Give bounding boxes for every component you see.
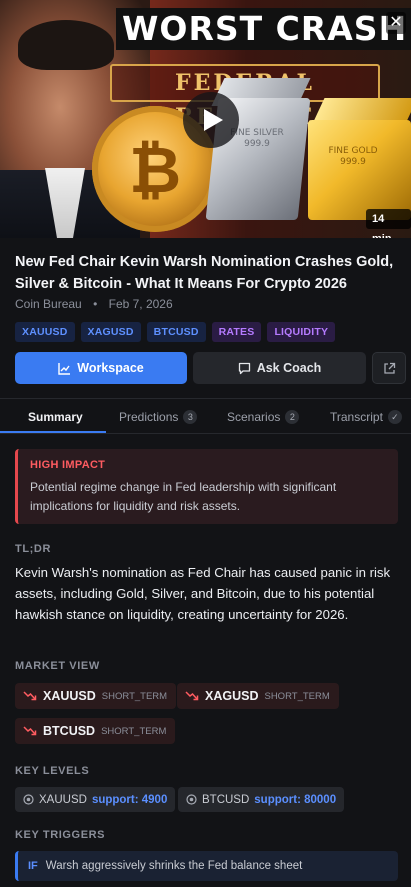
trend-down-icon (23, 726, 37, 736)
tab-predictions-count: 3 (183, 409, 198, 424)
market-view-item[interactable]: XAUUSD SHORT_TERM (15, 683, 177, 709)
ask-coach-button[interactable]: Ask Coach (193, 352, 366, 384)
key-level-item[interactable]: XAUUSD support: 4900 (15, 787, 176, 812)
key-levels-heading: KEY LEVELS (15, 765, 90, 777)
tag-liquidity[interactable]: LIQUIDITY (267, 322, 336, 342)
target-icon (23, 794, 34, 805)
market-view-term: SHORT_TERM (101, 725, 167, 737)
trend-down-icon (185, 691, 199, 701)
ask-coach-button-label: Ask Coach (256, 361, 322, 375)
tag-xauusd[interactable]: XAUUSD (15, 322, 75, 342)
tab-scenarios-count: 2 (285, 409, 300, 424)
tag-btcusd[interactable]: BTCUSD (146, 322, 206, 342)
workspace-button[interactable]: Workspace (15, 352, 187, 384)
tldr-heading: TL;DR (15, 543, 51, 555)
tag-xagusd[interactable]: XAGUSD (80, 322, 141, 342)
tab-summary-label: Summary (28, 409, 83, 424)
key-level-item[interactable]: BTCUSD support: 80000 (178, 787, 345, 812)
impact-callout: HIGH IMPACT Potential regime change in F… (15, 449, 398, 524)
active-tab-indicator (0, 431, 106, 433)
market-view-term: SHORT_TERM (264, 690, 330, 702)
trigger-prefix: IF (28, 860, 38, 872)
check-icon: ✓ (387, 409, 402, 424)
key-trigger-item[interactable]: IF Warsh aggressively shrinks the Fed ba… (15, 851, 398, 881)
video-title: New Fed Chair Kevin Warsh Nomination Cra… (15, 254, 394, 292)
market-view-symbol: XAUUSD (43, 689, 96, 703)
tab-bar: Summary Predictions 3 Scenarios 2 Transc… (0, 398, 411, 434)
tldr-text: Kevin Warsh's nomination as Fed Chair ha… (15, 565, 391, 622)
tab-transcript[interactable]: Transcript ✓ (330, 399, 402, 434)
svg-text:₿: ₿ (129, 134, 181, 204)
trigger-text: Warsh aggressively shrinks the Fed balan… (45, 860, 303, 872)
market-view-term: SHORT_TERM (101, 690, 168, 702)
external-link-icon (383, 362, 395, 374)
bitcoin-icon: ₿ (129, 134, 181, 204)
key-level-value: support: 80000 (254, 793, 337, 806)
tab-summary[interactable]: Summary (28, 399, 83, 434)
market-view-item[interactable]: XAGUSD SHORT_TERM (177, 683, 339, 709)
workspace-button-label: Workspace (77, 361, 144, 375)
video-duration-badge: 14 min (366, 209, 411, 238)
market-view-symbol: BTCUSD (43, 724, 96, 738)
gold-bar-engraving: FINE GOLD 999.9 (328, 146, 378, 167)
tab-predictions[interactable]: Predictions 3 (119, 399, 198, 434)
gold-bar-image (308, 120, 411, 220)
tag-list: XAUUSD XAGUSD BTCUSD RATES LIQUIDITY (15, 322, 336, 342)
chat-icon (238, 362, 250, 374)
channel-name[interactable]: Coin Bureau (15, 297, 82, 311)
impact-label: HIGH IMPACT (30, 459, 106, 471)
trend-down-icon (23, 691, 37, 701)
video-thumbnail[interactable]: FEDERAL RESERVE ₿ FINE SILVER 999.9 FINE… (0, 0, 411, 238)
key-level-symbol: BTCUSD (202, 793, 250, 806)
play-button[interactable] (183, 92, 239, 148)
publish-date: Feb 7, 2026 (108, 297, 173, 311)
tab-scenarios-label: Scenarios (227, 409, 281, 424)
key-level-symbol: XAUUSD (39, 793, 87, 806)
market-view-item[interactable]: BTCUSD SHORT_TERM (15, 718, 176, 744)
tab-transcript-label: Transcript (330, 409, 383, 424)
target-icon (186, 794, 197, 805)
tab-scenarios[interactable]: Scenarios 2 (227, 399, 300, 434)
chart-line-icon (58, 362, 71, 375)
tab-predictions-label: Predictions (119, 409, 179, 424)
play-icon (204, 109, 223, 131)
market-view-symbol: XAGUSD (205, 689, 259, 703)
open-external-button[interactable] (372, 352, 406, 384)
presenter-hair (18, 20, 114, 70)
impact-text: Potential regime change in Fed leadershi… (30, 480, 337, 513)
video-meta: Coin Bureau • Feb 7, 2026 (15, 297, 173, 311)
thumbnail-overlay-title: WORST CRASH (116, 8, 411, 50)
market-view-heading: MARKET VIEW (15, 660, 100, 672)
key-triggers-heading: KEY TRIGGERS (15, 829, 106, 841)
tag-rates[interactable]: RATES (211, 322, 262, 342)
meta-separator: • (93, 297, 98, 311)
key-level-value: support: 4900 (91, 793, 168, 806)
close-button[interactable]: ✕ (386, 12, 406, 34)
